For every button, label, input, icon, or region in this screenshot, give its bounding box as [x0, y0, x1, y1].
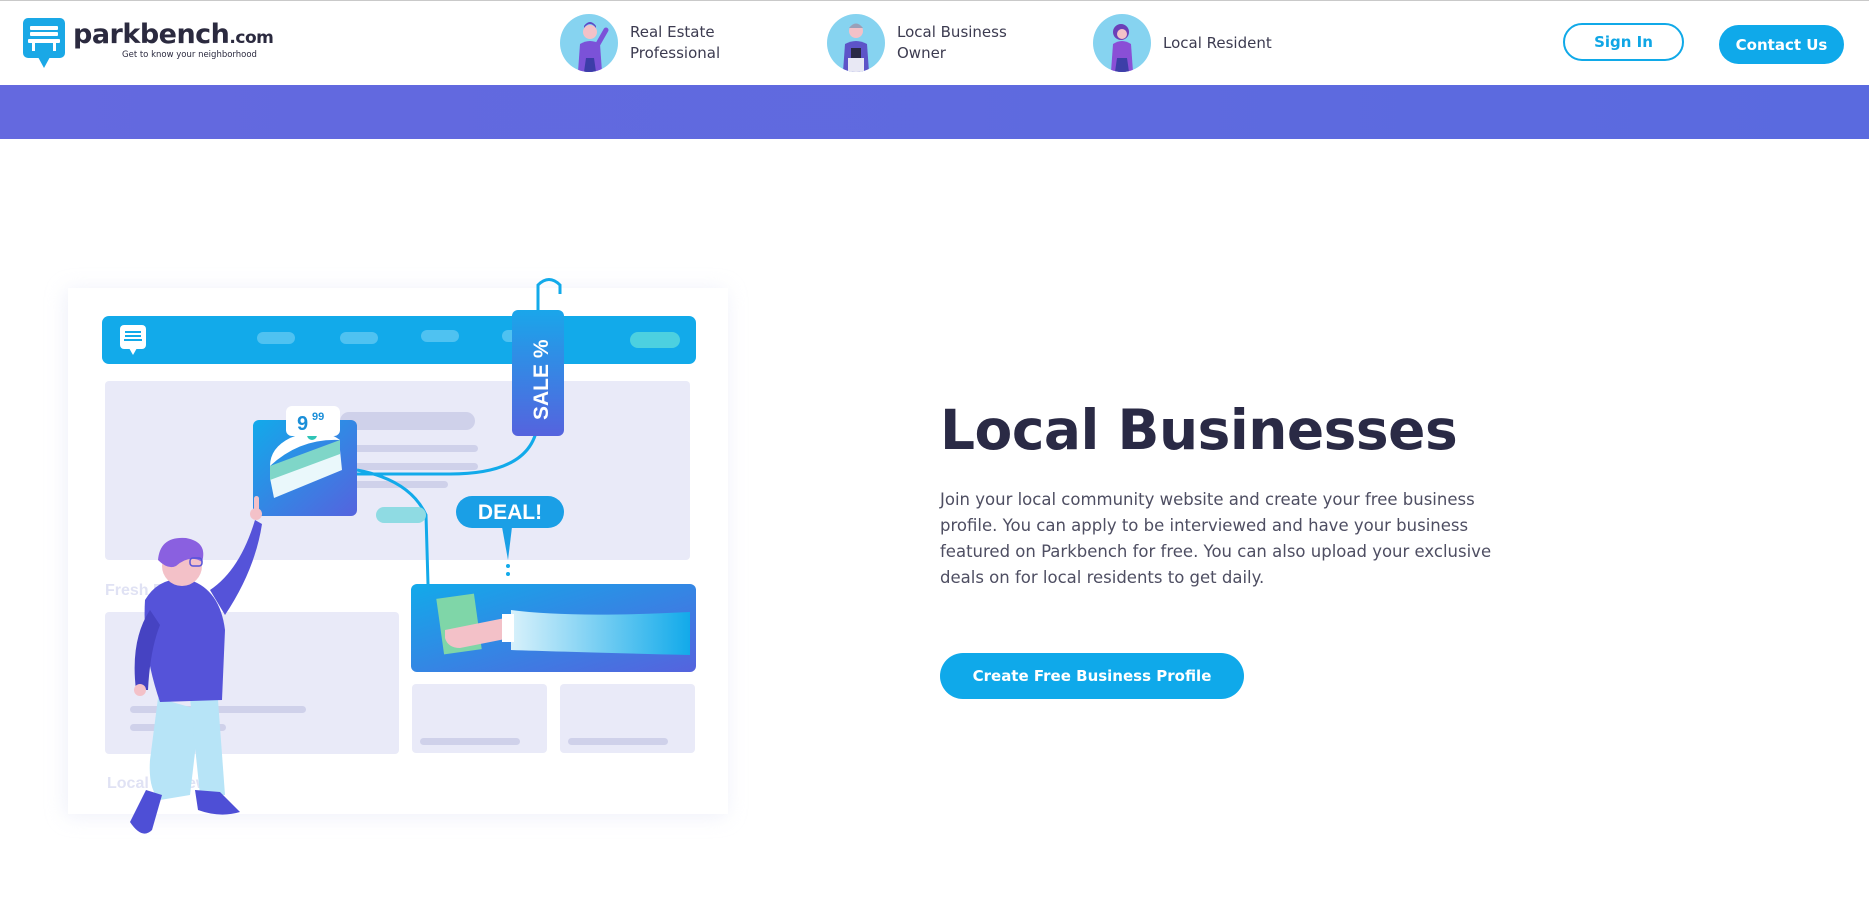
persona-label: Real Estate Professional	[630, 23, 721, 62]
persona-label: Local Business Owner	[897, 23, 1007, 62]
contact-us-button[interactable]: Contact Us	[1719, 25, 1844, 64]
price-cents: 99	[312, 411, 324, 423]
real-estate-avatar-icon	[560, 14, 618, 72]
persona-label: Local Resident	[1163, 33, 1272, 52]
deal-tag: DEAL!	[478, 501, 542, 524]
brand-tld: .com	[229, 28, 274, 48]
price-main: 9	[297, 413, 308, 435]
brand-name: parkbench.com	[73, 19, 274, 50]
nav-business-owner[interactable]: Local Business Owner	[827, 14, 1017, 72]
brand-tagline: Get to know your neighborhood	[122, 50, 257, 60]
purple-banner	[0, 85, 1869, 139]
nav-resident[interactable]: Local Resident	[1093, 14, 1272, 72]
page-title: Local Businesses	[940, 398, 1458, 462]
brand-logo[interactable]: parkbench.com Get to know your neighborh…	[23, 18, 274, 74]
site-header: parkbench.com Get to know your neighborh…	[0, 1, 1869, 85]
business-owner-avatar-icon	[827, 14, 885, 72]
sign-in-button[interactable]: Sign In	[1563, 23, 1684, 61]
sale-tag: SALE %	[530, 339, 553, 420]
hero-illustration: Fresh Deals Local Reviews 9 99	[50, 270, 750, 870]
hero-description: Join your local community website and cr…	[940, 490, 1492, 587]
bench-logo-icon	[23, 18, 65, 68]
nav-real-estate[interactable]: Real Estate Professional	[560, 14, 730, 72]
create-business-profile-button[interactable]: Create Free Business Profile	[940, 653, 1244, 699]
resident-avatar-icon	[1093, 14, 1151, 72]
